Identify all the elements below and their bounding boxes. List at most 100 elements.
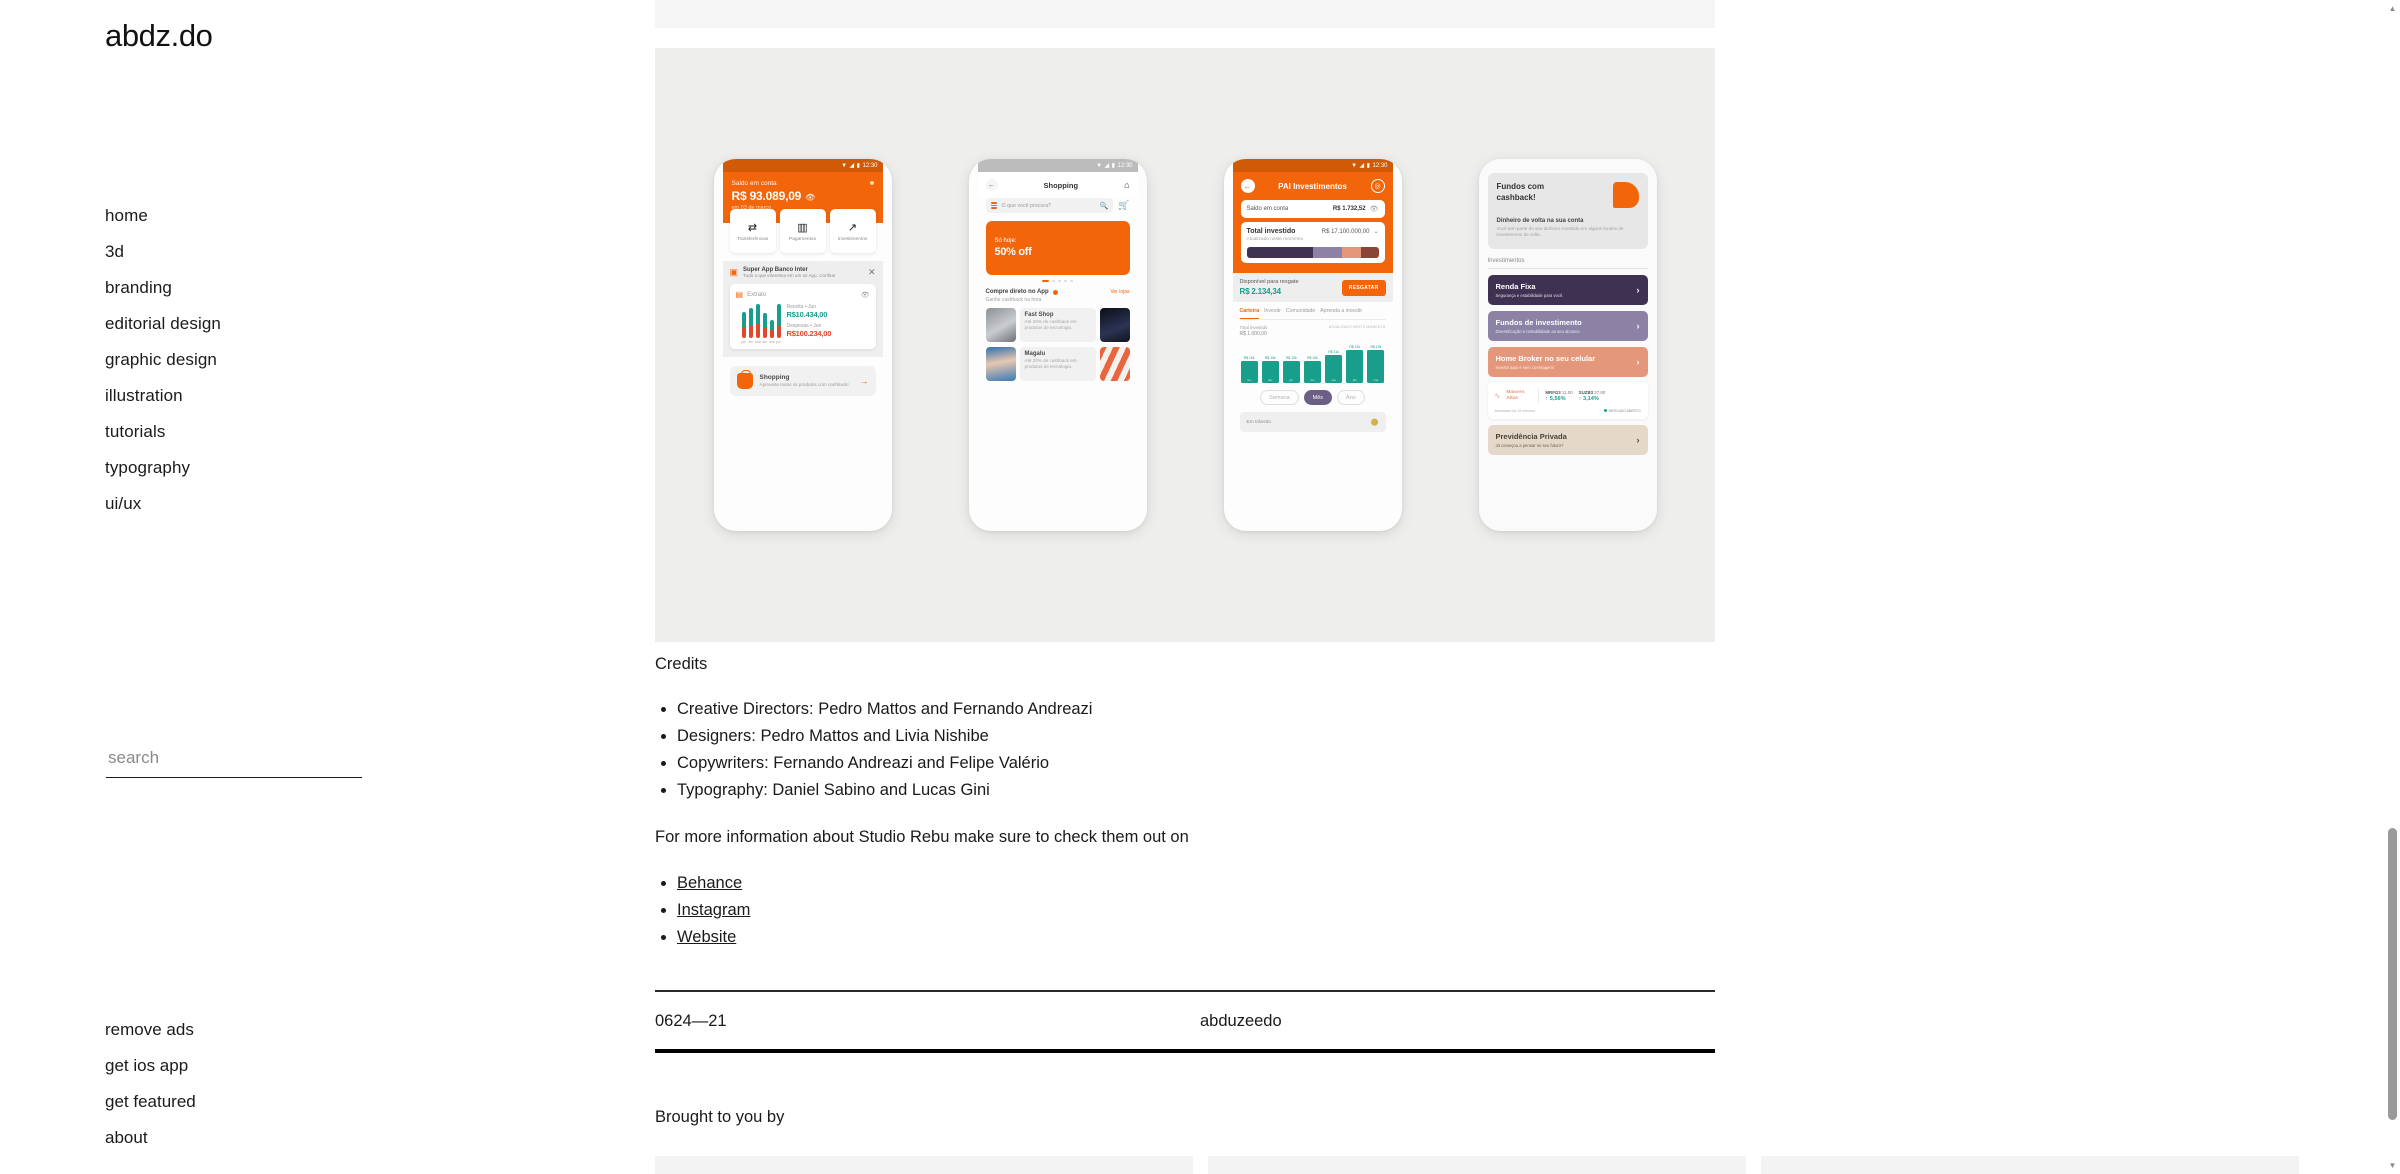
chevron-right-icon: ›: [1636, 284, 1640, 295]
sponsor-card[interactable]: [655, 1156, 1193, 1174]
ver-lojas-link[interactable]: Ver lojas: [1110, 289, 1129, 295]
search-icon[interactable]: 🔍: [1100, 202, 1109, 210]
sidebar-item-about[interactable]: about: [105, 1120, 196, 1156]
chart-bar-abr: R$ 12k abr: [1346, 345, 1364, 384]
carousel-dot-active[interactable]: [1042, 280, 1049, 282]
previous-media-block: [655, 0, 1715, 28]
quote-suzb3: SUZB3 37,80 ↑ 3,14%: [1579, 390, 1606, 402]
status-bar: ▼ ◢ ▮ 12:30: [977, 159, 1138, 172]
sidebar-item-editorial-design[interactable]: editorial design: [105, 306, 221, 342]
extrato-card: ▤ Extrato 👁 jan fev mar abr mai jun Rece…: [729, 284, 876, 349]
sidebar-item-ui-ux[interactable]: ui/ux: [105, 486, 221, 522]
promo-banner[interactable]: ▣ Super App Banco Inter Tudo o que inter…: [730, 267, 876, 278]
carousel-dot[interactable]: [1064, 280, 1067, 282]
carousel-dot[interactable]: [1070, 280, 1073, 282]
author-name[interactable]: abduzeedo: [1200, 1012, 1282, 1031]
period-pill-semana[interactable]: Semana: [1260, 390, 1299, 406]
sidebar-item-home[interactable]: home: [105, 198, 221, 234]
section-header: Compre direto no App Ver lojas: [978, 289, 1138, 295]
scroll-down-arrow-icon[interactable]: ▼: [2387, 1161, 2398, 1170]
eye-icon[interactable]: 👁: [1370, 205, 1379, 213]
menu-icon[interactable]: [990, 202, 997, 209]
month-label: abr: [762, 340, 768, 344]
chevron-down-icon[interactable]: ⌄: [1373, 228, 1378, 235]
item-subtitle: Diversificação e rentabilidade ao seu al…: [1495, 328, 1581, 334]
allocation-segment: [1246, 247, 1313, 258]
credits-section: Credits Creative Directors: Pedro Mattos…: [655, 655, 1715, 951]
carousel-dots[interactable]: [978, 280, 1138, 282]
search-input[interactable]: [106, 748, 362, 778]
em-transito-row[interactable]: Em trânsito ⬤: [1239, 412, 1386, 433]
settings-gear-icon[interactable]: ◎: [1370, 179, 1385, 193]
link-instagram[interactable]: Instagram: [677, 901, 750, 919]
eye-icon[interactable]: 👁: [805, 193, 815, 202]
sidebar-item-branding[interactable]: branding: [105, 270, 221, 306]
store-row-fastshop[interactable]: Fast Shop Até 20% de cashback em produto…: [978, 308, 1138, 342]
sidebar-item-typography[interactable]: typography: [105, 450, 221, 486]
invest-item-fundos[interactable]: Fundos de investimento Diversificação e …: [1487, 310, 1648, 341]
credits-item-typography: Typography: Daniel Sabino and Lucas Gini: [677, 777, 1715, 804]
scrollbar-thumb[interactable]: [2388, 828, 2397, 1120]
sidebar: abdz.do home 3d branding editorial desig…: [0, 0, 620, 1174]
invest-item-renda-fixa[interactable]: Renda Fixa Segurança e estabilidade para…: [1487, 274, 1648, 305]
info-icon[interactable]: [1052, 289, 1058, 295]
promo-banner-50off[interactable]: Só hoje: 50% off: [985, 221, 1130, 275]
link-website[interactable]: Website: [677, 928, 736, 946]
primary-navigation: home 3d branding editorial design graphi…: [105, 198, 221, 522]
sponsor-card[interactable]: [1761, 1156, 2299, 1174]
sidebar-item-remove-ads[interactable]: remove ads: [105, 1012, 196, 1048]
coin-icon: ⬤: [1370, 419, 1379, 427]
search-placeholder: O que você procura?: [1001, 202, 1051, 209]
store-row-magalu[interactable]: Magalu Até 20% de cashback em produtos d…: [978, 347, 1138, 381]
shopping-search-field[interactable]: O que você procura? 🔍: [985, 198, 1114, 213]
bar-month-label: mar: [1331, 378, 1337, 383]
shopping-card[interactable]: Shopping Aproveite todos os produtos com…: [729, 366, 876, 396]
month-label: fev: [748, 340, 753, 344]
back-arrow-icon[interactable]: ←: [1240, 179, 1255, 193]
scroll-up-arrow-icon[interactable]: ▲: [2387, 4, 2398, 13]
eye-icon[interactable]: 👁: [861, 291, 870, 299]
back-arrow-icon[interactable]: ←: [985, 179, 998, 191]
close-icon[interactable]: ✕: [868, 267, 876, 278]
page-scrollbar[interactable]: ▲ ▼: [2385, 0, 2400, 1174]
home-icon[interactable]: ⌂: [1124, 180, 1129, 190]
cart-icon[interactable]: 🛒: [1118, 200, 1129, 211]
ticker-price: 11,00: [1561, 389, 1573, 395]
app-promo-icon: ▣: [729, 267, 739, 277]
sidebar-item-tutorials[interactable]: tutorials: [105, 414, 221, 450]
wifi-icon: ▼: [1351, 162, 1358, 169]
carousel-dot[interactable]: [1052, 280, 1055, 282]
invest-item-home-broker[interactable]: Home Broker no seu celular Investir aqui…: [1487, 346, 1648, 377]
cashback-promo-card[interactable]: Fundos com cashback! Dinheiro de volta n…: [1487, 173, 1648, 249]
period-pill-ano[interactable]: Ano: [1337, 390, 1365, 406]
bar-value-label: R$ 10k: [1307, 355, 1318, 360]
shopping-nav-title: Shopping: [1043, 180, 1079, 190]
phone-screen-fundos: Fundos com cashback! Dinheiro de volta n…: [1478, 159, 1657, 531]
ticker-price: 37,80: [1594, 389, 1606, 395]
sidebar-item-3d[interactable]: 3d: [105, 234, 221, 270]
sidebar-item-graphic-design[interactable]: graphic design: [105, 342, 221, 378]
site-brand-logo[interactable]: abdz.do: [105, 18, 213, 54]
balance-value: R$ 93.089,09: [731, 189, 802, 203]
sidebar-item-illustration[interactable]: illustration: [105, 378, 221, 414]
invest-item-previdencia[interactable]: Previdência Privada Já começou a pensar …: [1487, 424, 1648, 455]
quick-action-transferencias[interactable]: ⇄ Transferências: [729, 209, 776, 253]
sidebar-item-get-featured[interactable]: get featured: [105, 1084, 196, 1120]
tab-aprenda-a-investir[interactable]: Aprenda a investir: [1320, 308, 1362, 319]
sponsor-card[interactable]: [1208, 1156, 1746, 1174]
ticker-code: SUZB3: [1578, 389, 1594, 395]
period-pill-mes[interactable]: Mês: [1303, 390, 1333, 406]
quick-action-pagamentos[interactable]: ▥ Pagamentos: [779, 209, 826, 253]
sidebar-item-get-ios-app[interactable]: get ios app: [105, 1048, 196, 1084]
link-behance[interactable]: Behance: [677, 874, 742, 892]
resgatar-button[interactable]: RESGATAR: [1341, 279, 1386, 296]
tab-carteira[interactable]: Carteira: [1239, 308, 1260, 320]
tab-comunidade[interactable]: Comunidade: [1286, 308, 1315, 319]
quick-action-investimentos[interactable]: ↗ Investimentos: [829, 209, 876, 253]
bar-month-label: jan: [1289, 378, 1294, 383]
carousel-dot[interactable]: [1058, 280, 1061, 282]
tab-investir[interactable]: Investir: [1264, 308, 1281, 319]
balance-value-row: R$ 93.089,09 👁: [732, 189, 874, 203]
bar-mar: [755, 304, 760, 338]
sponsors-title: Brought to you by: [655, 1108, 785, 1126]
